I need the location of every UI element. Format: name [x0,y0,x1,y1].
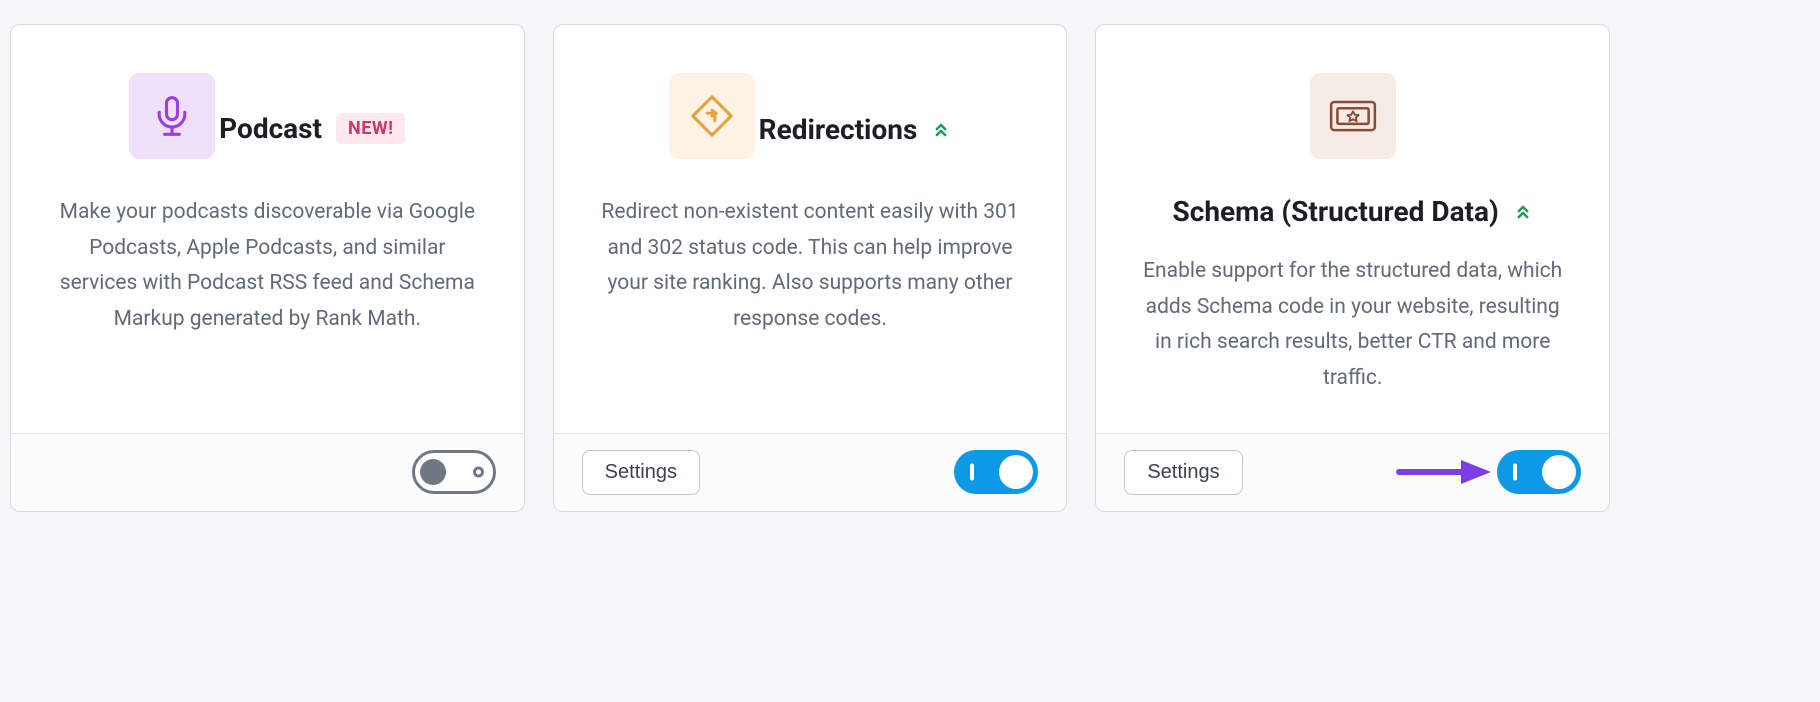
module-cards-row: Podcast NEW! Make your podcasts discover… [10,24,1610,512]
microphone-icon [129,73,215,159]
arrow-annotation-icon [1395,454,1491,490]
card-body: Schema (Structured Data) Enable support … [1096,25,1609,433]
toggle-schema[interactable] [1497,450,1581,494]
card-redirections: Redirections Redirect non-existent conte… [553,24,1068,512]
card-title-row: Redirections [759,113,952,146]
card-title: Podcast [219,112,322,145]
chevrons-up-icon [931,119,951,141]
card-title: Redirections [759,113,918,146]
card-body: Redirections Redirect non-existent conte… [554,25,1067,433]
toggle-podcast[interactable] [412,450,496,494]
card-footer [11,433,524,511]
settings-button-schema[interactable]: Settings [1124,450,1242,495]
toggle-redirections[interactable] [954,450,1038,494]
card-title-row: Schema (Structured Data) [1173,195,1533,228]
card-body: Podcast NEW! Make your podcasts discover… [11,25,524,433]
card-description: Enable support for the structured data, … [1136,254,1569,397]
card-footer: Settings [554,433,1067,511]
card-podcast: Podcast NEW! Make your podcasts discover… [10,24,525,512]
card-description: Make your podcasts discoverable via Goog… [51,195,484,338]
card-footer: Settings [1096,433,1609,511]
card-description: Redirect non-existent content easily wit… [594,195,1027,338]
card-schema: Schema (Structured Data) Enable support … [1095,24,1610,512]
card-title: Schema (Structured Data) [1173,195,1499,228]
chevrons-up-icon [1513,201,1533,223]
footer-right [1395,450,1581,494]
new-badge: NEW! [336,113,405,144]
settings-button-redirections[interactable]: Settings [582,450,700,495]
schema-icon [1310,73,1396,159]
redirect-icon [669,73,755,159]
card-title-row: Podcast NEW! [219,112,405,145]
